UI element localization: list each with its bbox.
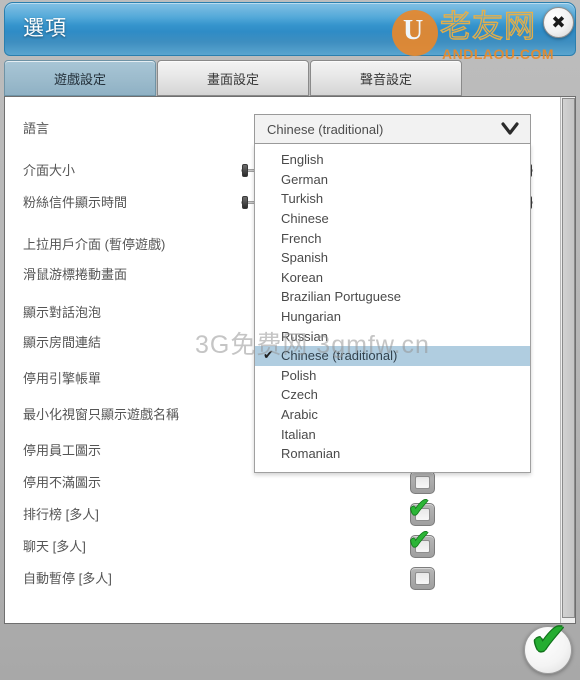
language-option[interactable]: Brazilian Portuguese — [255, 287, 530, 307]
ui-size-slider-handle[interactable] — [242, 164, 248, 177]
setting-row-auto-pause: 自動暫停 [多人] — [5, 567, 561, 590]
setting-label: 顯示房間連結 — [23, 334, 102, 350]
language-option[interactable]: Turkish — [255, 189, 530, 209]
checkbox-chat[interactable]: ✔ — [408, 527, 435, 558]
tab-label: 畫面設定 — [206, 71, 259, 87]
checkbox-box — [415, 476, 430, 489]
language-option[interactable]: Polish — [255, 366, 530, 386]
setting-label: 顯示對話泡泡 — [23, 304, 102, 320]
checkbox-auto-pause[interactable] — [410, 567, 435, 590]
language-option-label: Turkish — [281, 191, 324, 207]
setting-label: 停用員工圖示 — [23, 442, 102, 458]
language-option[interactable]: Spanish — [255, 248, 530, 268]
setting-label: 自動暫停 [多人] — [23, 570, 112, 586]
check-icon: ✔ — [263, 346, 274, 362]
language-option-label: Brazilian Portuguese — [281, 289, 401, 305]
setting-row-disable-unhappy-icon: 停用不滿圖示 — [5, 471, 561, 494]
check-icon: ✔ — [408, 525, 431, 555]
language-option-label: English — [281, 152, 324, 168]
language-option[interactable]: Italian — [255, 424, 530, 444]
setting-label: 停用引擎帳單 — [23, 370, 102, 386]
language-option-label: Korean — [281, 269, 323, 285]
language-option-label: Romanian — [281, 446, 341, 462]
checkbox-box — [415, 572, 430, 585]
language-option-label: Arabic — [281, 407, 318, 423]
language-option-label: Polish — [281, 367, 317, 383]
language-option[interactable]: Arabic — [255, 405, 530, 425]
vertical-scrollbar[interactable] — [560, 97, 575, 623]
scrollbar-thumb[interactable] — [562, 98, 575, 618]
language-option-label: German — [281, 171, 328, 187]
language-option-label: Spanish — [281, 250, 328, 266]
language-option[interactable]: Czech — [255, 385, 530, 405]
language-dropdown: Chinese (traditional) English German Tur… — [254, 114, 531, 473]
tab-sound-settings[interactable]: 聲音設定 — [310, 60, 462, 96]
setting-label: 聊天 [多人] — [23, 538, 86, 554]
language-option[interactable]: French — [255, 228, 530, 248]
language-option-label: Russian — [281, 328, 328, 344]
tab-display-settings[interactable]: 畫面設定 — [157, 60, 309, 96]
setting-label: 上拉用戶介面 (暫停遊戲) — [23, 236, 166, 252]
setting-label: 語言 — [23, 120, 50, 136]
language-option-label: Italian — [281, 426, 316, 442]
settings-panel: 語言 介面大小 粉絲信件顯示時間 上拉用戶介面 (暫停遊戲) 滑鼠游標捲動畫面 … — [4, 96, 576, 624]
page-title: 選項 — [23, 17, 67, 40]
setting-label: 最小化視窗只顯示遊戲名稱 — [23, 406, 180, 422]
language-option[interactable]: Korean — [255, 268, 530, 288]
language-option-label: Czech — [281, 387, 318, 403]
language-option[interactable]: Chinese — [255, 209, 530, 229]
fanmail-slider-handle[interactable] — [242, 196, 248, 209]
language-option-selected[interactable]: ✔ Chinese (traditional) — [255, 345, 530, 366]
language-option-label: French — [281, 230, 322, 246]
setting-label: 粉絲信件顯示時間 — [23, 194, 128, 210]
language-selected-value: Chinese (traditional) — [267, 121, 384, 137]
check-icon: ✔ — [408, 493, 431, 523]
close-button[interactable]: ✖ — [543, 7, 574, 38]
language-option-list: English German Turkish Chinese French Sp… — [254, 144, 531, 473]
confirm-button[interactable]: ✔ — [524, 617, 572, 674]
setting-row-chat: 聊天 [多人] ✔ — [5, 527, 561, 558]
language-option[interactable]: Romanian — [255, 444, 530, 464]
language-option-label: Chinese — [281, 211, 329, 227]
language-option-label: Hungarian — [281, 309, 341, 325]
language-option-label: Chinese (traditional) — [281, 348, 398, 364]
titlebar-gloss — [5, 3, 575, 25]
tab-bar: 遊戲設定 畫面設定 聲音設定 — [4, 60, 576, 98]
setting-row-leaderboard: 排行榜 [多人] ✔ — [5, 495, 561, 526]
setting-label: 介面大小 — [23, 162, 76, 178]
language-option[interactable]: Hungarian — [255, 307, 530, 327]
tab-game-settings[interactable]: 遊戲設定 — [4, 60, 156, 96]
setting-label: 排行榜 [多人] — [23, 506, 99, 522]
options-dialog: 選項 U 老友网 ANDLAOU.COM ✖ 遊戲設定 畫面設定 聲音設定 語言 — [0, 0, 580, 680]
language-dropdown-toggle[interactable]: Chinese (traditional) — [254, 114, 531, 144]
tab-label: 聲音設定 — [359, 71, 412, 87]
close-icon: ✖ — [551, 13, 566, 32]
setting-label: 停用不滿圖示 — [23, 474, 102, 490]
language-option[interactable]: Russian — [255, 326, 530, 346]
checkbox-leaderboard[interactable]: ✔ — [408, 495, 435, 526]
tab-label: 遊戲設定 — [53, 71, 106, 87]
language-option[interactable]: English — [255, 150, 530, 170]
setting-label: 滑鼠游標捲動畫面 — [23, 266, 128, 282]
title-bar: 選項 — [4, 2, 576, 56]
checkbox-disable-unhappy-icon[interactable] — [410, 471, 435, 494]
chevron-down-icon — [500, 119, 520, 139]
language-option[interactable]: German — [255, 170, 530, 190]
check-icon: ✔ — [530, 614, 568, 665]
